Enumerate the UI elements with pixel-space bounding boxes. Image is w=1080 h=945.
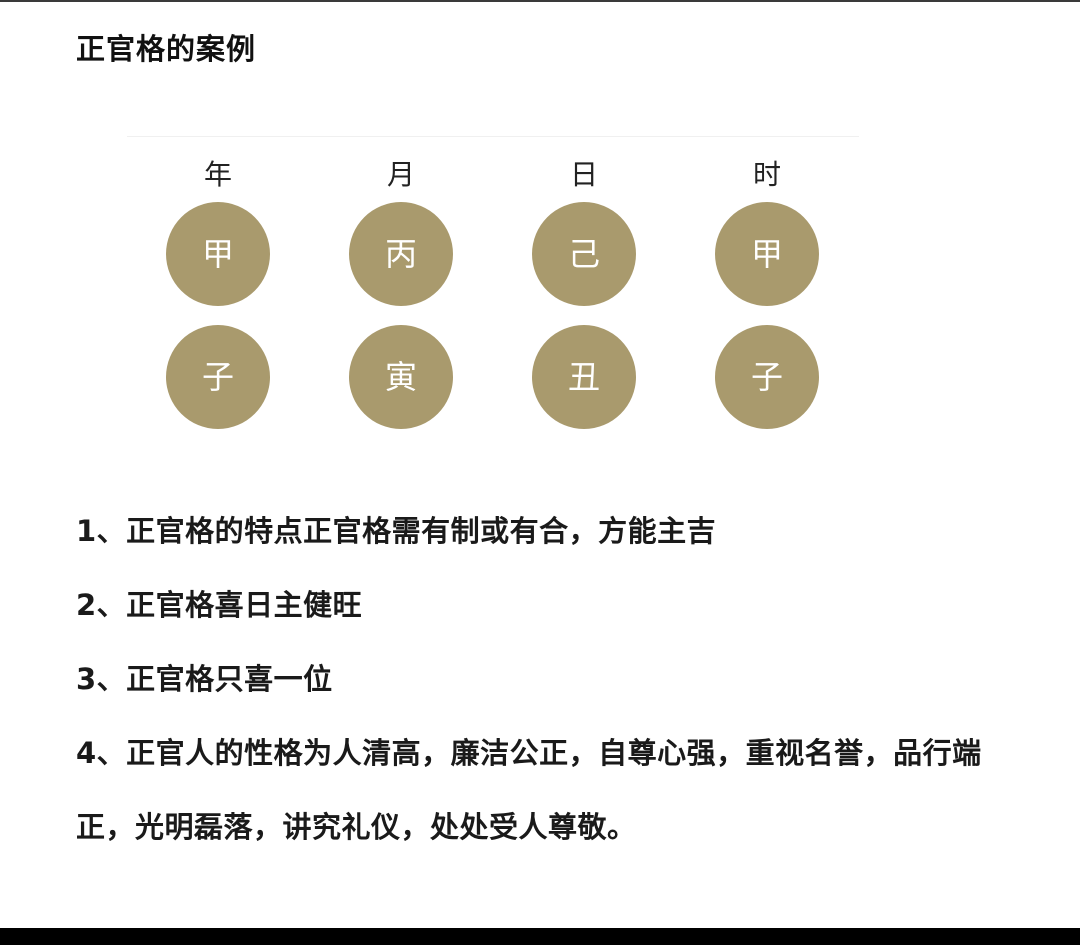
pillar-label-day: 日 (569, 158, 598, 191)
top-edge-line (0, 0, 1080, 2)
branch-circle-year: 子 (166, 325, 270, 429)
pillar-year: 年 甲 子 (166, 137, 270, 437)
pillar-month: 月 丙 寅 (349, 137, 453, 437)
pillar-hour: 时 甲 子 (715, 137, 819, 437)
bazi-chart: 年 甲 子 月 丙 寅 日 己 丑 时 甲 子 (127, 136, 859, 452)
note-line-4: 4、正官人的性格为人清高，廉洁公正，自尊心强，重视名誉，品行端 (76, 736, 982, 770)
stem-circle-year: 甲 (166, 202, 270, 306)
note-line-3: 3、正官格只喜一位 (76, 662, 333, 696)
branch-circle-day: 丑 (532, 325, 636, 429)
pillar-label-year: 年 (203, 158, 232, 191)
bottom-bar (0, 928, 1080, 945)
pillar-label-hour: 时 (752, 158, 781, 191)
page-title: 正官格的案例 (76, 32, 257, 66)
pillar-day: 日 己 丑 (532, 137, 636, 437)
note-line-4-continued: 正，光明磊落，讲究礼仪，处处受人尊敬。 (76, 810, 637, 844)
note-line-1: 1、正官格的特点正官格需有制或有合，方能主吉 (76, 514, 717, 548)
stem-circle-hour: 甲 (715, 202, 819, 306)
branch-circle-hour: 子 (715, 325, 819, 429)
stem-circle-month: 丙 (349, 202, 453, 306)
notes-list: 1、正官格的特点正官格需有制或有合，方能主吉 2、正官格喜日主健旺 3、正官格只… (76, 506, 1076, 876)
branch-circle-month: 寅 (349, 325, 453, 429)
pillar-label-month: 月 (386, 158, 415, 191)
stem-circle-day: 己 (532, 202, 636, 306)
note-line-2: 2、正官格喜日主健旺 (76, 588, 363, 622)
